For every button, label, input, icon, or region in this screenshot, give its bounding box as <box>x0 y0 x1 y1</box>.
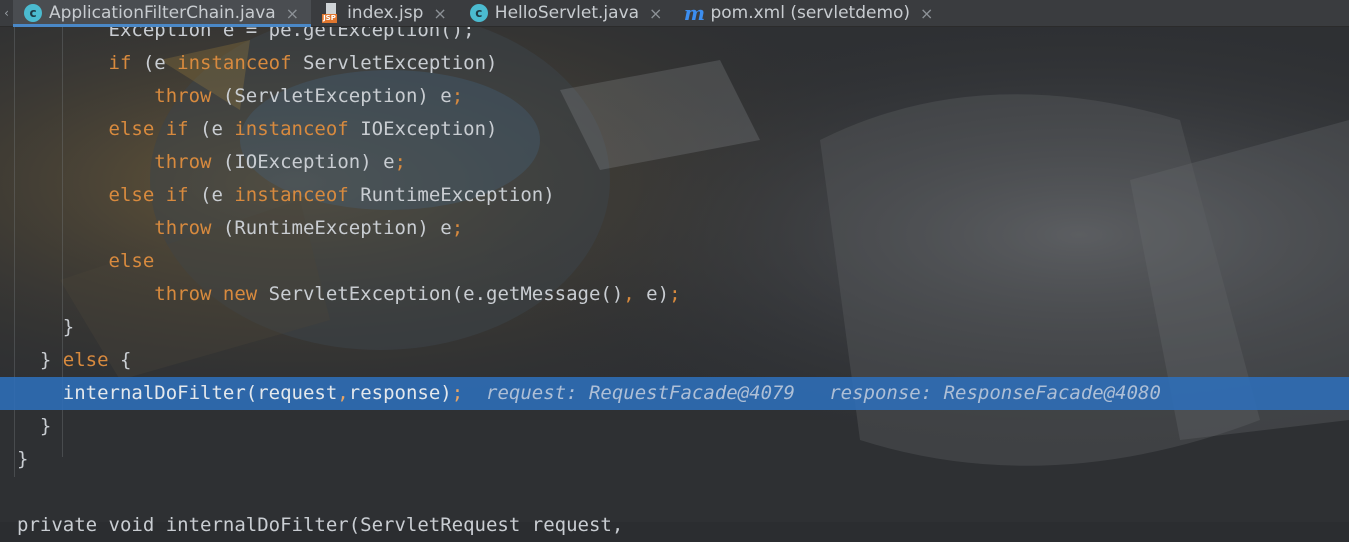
editor-tab-bar: ‹ c ApplicationFilterChain.java × JSP in… <box>0 0 1349 27</box>
close-icon[interactable]: × <box>649 4 662 23</box>
code-line[interactable]: } <box>0 443 1349 476</box>
keyword-token: else if <box>108 118 189 140</box>
code-line[interactable]: throw new ServletException(e.getMessage(… <box>0 278 1349 311</box>
code-token: { <box>108 349 132 371</box>
code-token: (e <box>188 184 235 206</box>
maven-m-icon: m <box>683 1 706 25</box>
class-c-icon: c <box>23 3 43 23</box>
code-token: ; <box>451 85 464 107</box>
code-line[interactable]: } <box>0 410 1349 443</box>
code-token: ; <box>451 382 464 404</box>
code-line[interactable]: else if (e instanceof IOException) <box>0 113 1349 146</box>
keyword-token: instanceof <box>234 118 349 140</box>
code-token: IOException) <box>348 118 498 140</box>
keyword-token: throw <box>154 85 212 107</box>
code-token: e) <box>634 283 670 305</box>
code-token: private void internalDoFilter(ServletReq… <box>17 514 624 536</box>
code-token: (RuntimeException) e <box>211 217 452 239</box>
code-token: ; <box>669 283 681 305</box>
code-token: (e <box>188 118 235 140</box>
code-line[interactable]: else if (e instanceof RuntimeException) <box>0 179 1349 212</box>
code-line[interactable]: throw (IOException) e; <box>0 146 1349 179</box>
tab-label: ApplicationFilterChain.java <box>49 3 276 23</box>
code-token: } <box>17 316 75 338</box>
code-token: , <box>337 382 349 404</box>
code-token: (e <box>131 52 178 74</box>
keyword-token: else if <box>108 184 189 206</box>
keyword-token: instanceof <box>234 184 349 206</box>
close-icon[interactable]: × <box>920 4 933 23</box>
keyword-token: throw <box>154 151 212 173</box>
tab-label: pom.xml (servletdemo) <box>710 3 911 23</box>
code-line[interactable]: else <box>0 245 1349 278</box>
code-token: ServletException) <box>291 52 498 74</box>
code-token: (ServletException) e <box>211 85 452 107</box>
close-icon[interactable]: × <box>433 4 446 23</box>
code-token: } <box>17 415 52 437</box>
code-editor[interactable]: Exception e = pe.getException(); if (e i… <box>0 19 1349 536</box>
code-line[interactable]: private void internalDoFilter(ServletReq… <box>0 509 1349 542</box>
keyword-token: throw <box>154 217 212 239</box>
code-token: internalDoFilter(request <box>17 382 338 404</box>
code-token: } <box>17 448 29 470</box>
code-token: response) <box>348 382 452 404</box>
current-execution-line[interactable]: internalDoFilter(request,response); requ… <box>0 377 1349 410</box>
tab-scroll-left-icon[interactable]: ‹ <box>0 0 13 26</box>
code-token: ; <box>394 151 406 173</box>
tab-index-jsp[interactable]: JSP index.jsp × <box>311 0 459 26</box>
jsp-file-icon: JSP <box>321 3 341 23</box>
tab-label: HelloServlet.java <box>494 3 640 23</box>
tab-helloservlet-java[interactable]: c HelloServlet.java × <box>459 0 675 26</box>
tab-pom-xml[interactable]: m pom.xml (servletdemo) × <box>674 0 945 26</box>
keyword-token: instanceof <box>177 52 292 74</box>
keyword-token: else <box>108 250 155 272</box>
code-line[interactable] <box>0 476 1349 509</box>
tab-label: index.jsp <box>347 3 424 23</box>
code-token: ServletException(e.getMessage() <box>257 283 624 305</box>
code-line[interactable]: } <box>0 311 1349 344</box>
code-line[interactable]: throw (RuntimeException) e; <box>0 212 1349 245</box>
code-token: } <box>17 349 63 371</box>
code-token: RuntimeException) <box>348 184 555 206</box>
code-token: , <box>623 283 635 305</box>
keyword-token: if <box>108 52 132 74</box>
code-line[interactable]: throw (ServletException) e; <box>0 80 1349 113</box>
keyword-token: else <box>62 349 109 371</box>
debug-inline-value: request: RequestFacade@4079 response: Re… <box>463 382 1161 404</box>
class-c-icon: c <box>469 3 489 23</box>
code-line[interactable]: } else { <box>0 344 1349 377</box>
close-icon[interactable]: × <box>286 4 299 23</box>
code-token: ; <box>451 217 464 239</box>
keyword-token: throw new <box>154 283 258 305</box>
code-line[interactable]: if (e instanceof ServletException) <box>0 47 1349 80</box>
tab-applicationfilterchain-java[interactable]: c ApplicationFilterChain.java × <box>13 0 312 27</box>
code-token: (IOException) e <box>211 151 395 173</box>
